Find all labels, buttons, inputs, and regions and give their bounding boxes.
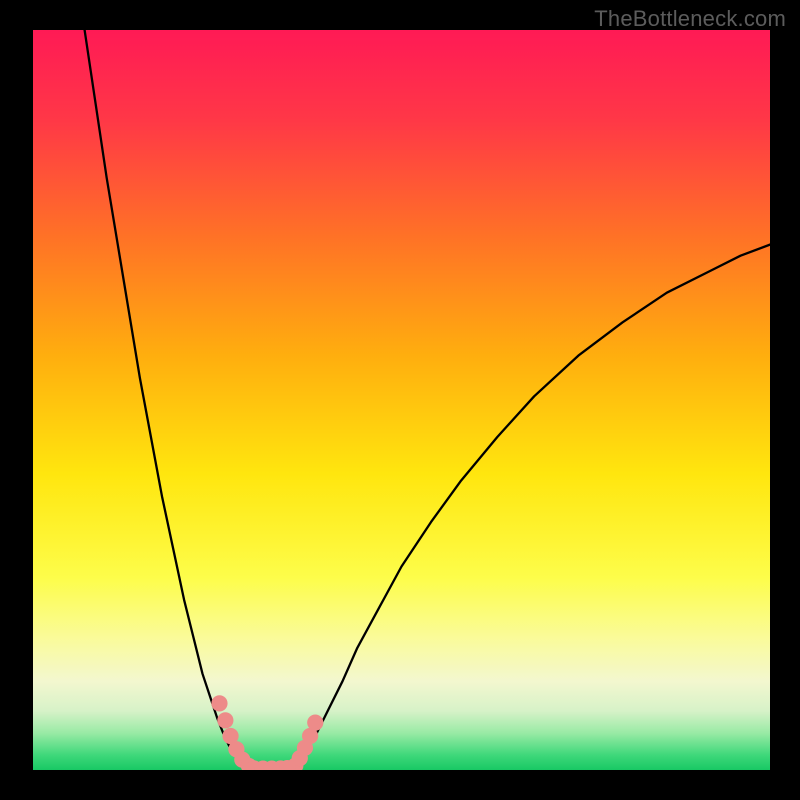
marker-left-dots [217, 712, 233, 728]
chart-svg [33, 30, 770, 770]
chart-plot-area [33, 30, 770, 770]
chart-frame: TheBottleneck.com [0, 0, 800, 800]
marker-right-dots [307, 715, 323, 731]
marker-left-dots [211, 695, 227, 711]
watermark-text: TheBottleneck.com [594, 6, 786, 32]
